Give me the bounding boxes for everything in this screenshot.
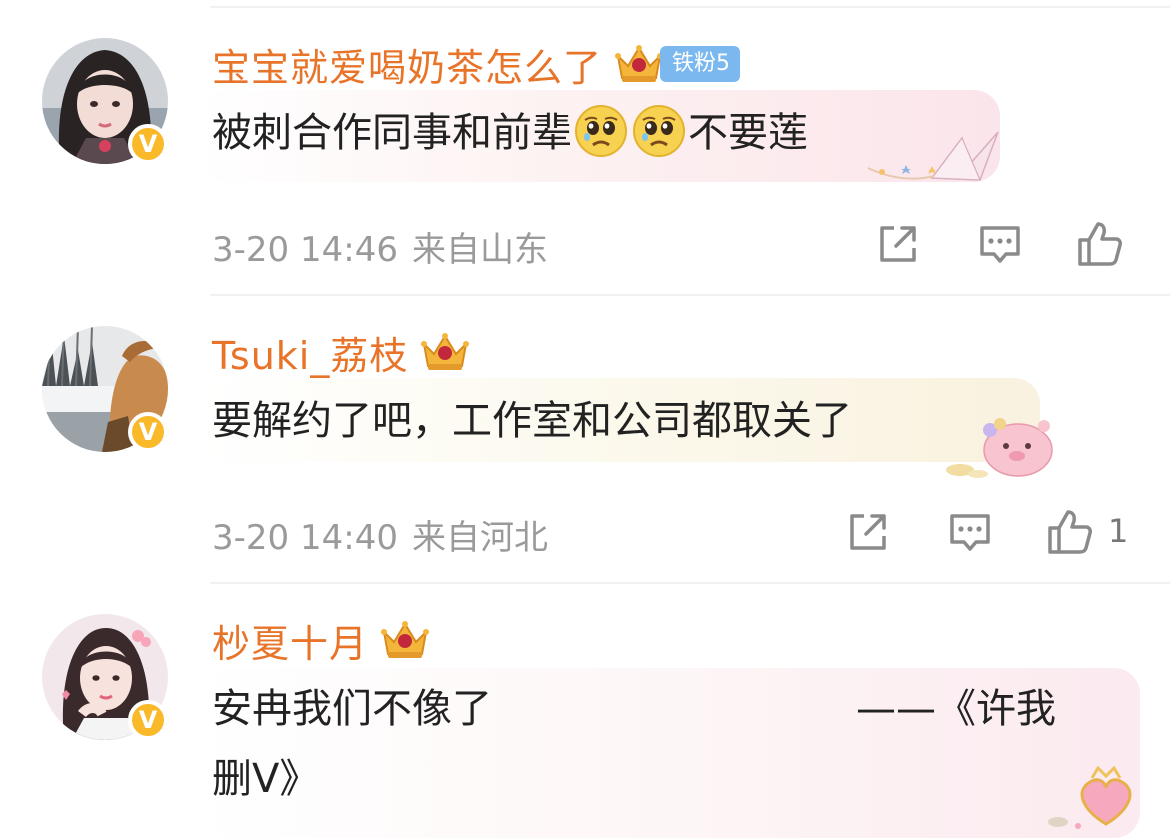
comment-item: V Tsuki_荔枝 要解约了吧，工作室和公司都取关了 3-20 14:40 来… (0, 296, 1170, 584)
crying-face-emoji (632, 104, 686, 158)
verified-badge: V (128, 124, 168, 164)
comment-time: 3-20 14:40 (212, 518, 398, 558)
comment-text-tail: 不要莲 (688, 110, 808, 156)
comment-location: 来自河北 (411, 518, 548, 558)
heart-crown-decoration (1040, 764, 1144, 830)
comment-text-main: 要解约了吧，工作室和公司都取关了 (212, 398, 852, 444)
comment-header: 杪夏十月 (212, 610, 430, 670)
comment-item: V 宝宝就爱喝奶茶怎么了 铁粉5 被刺合作同事和前辈 不要莲 3-20 14:4… (0, 0, 1170, 296)
crown-icon (420, 330, 470, 374)
comment-time: 3-20 14:46 (212, 230, 398, 270)
comment-header: Tsuki_荔枝 (212, 322, 470, 382)
repost-icon[interactable] (844, 508, 892, 556)
thumbs-up-icon[interactable] (1046, 508, 1094, 556)
comment-text-main: 安冉我们不像了 (212, 686, 492, 732)
comment-text-line: 删V》 (212, 744, 319, 814)
pink-pig-sticker-decoration (944, 410, 1060, 480)
repost-icon[interactable] (874, 220, 922, 268)
like-count: 1 (1108, 512, 1129, 550)
comment-text-line: 安冉我们不像了 (212, 674, 492, 744)
comment-location: 来自山东 (411, 230, 548, 270)
paper-crane-decoration (862, 124, 1002, 190)
comment-meta: 3-20 14:40 来自河北 (212, 510, 548, 559)
comment-item: V 杪夏十月 安冉我们不像了 ——《许我 删V》 (0, 584, 1170, 839)
comment-header: 宝宝就爱喝奶茶怎么了 铁粉5 (212, 34, 741, 94)
comment-text-quote-start: ——《许我 (856, 686, 1056, 732)
username[interactable]: 宝宝就爱喝奶茶怎么了 (212, 37, 602, 92)
crown-icon (380, 618, 430, 662)
comment-meta: 3-20 14:46 来自山东 (212, 222, 548, 271)
comment-text-main: 被刺合作同事和前辈 (212, 110, 572, 156)
username[interactable]: 杪夏十月 (212, 613, 368, 668)
crown-icon (614, 42, 664, 86)
comment-icon[interactable] (976, 220, 1024, 268)
comment-text: 要解约了吧，工作室和公司都取关了 (212, 386, 852, 456)
comment-text: 被刺合作同事和前辈 不要莲 (212, 98, 808, 168)
thumbs-up-icon[interactable] (1076, 220, 1124, 268)
username[interactable]: Tsuki_荔枝 (212, 325, 408, 380)
verified-badge: V (128, 700, 168, 740)
fan-badge: 铁粉5 (660, 46, 741, 82)
verified-badge: V (128, 412, 168, 452)
comment-text-quote: ——《许我 (856, 674, 1056, 744)
crying-face-emoji (574, 104, 628, 158)
comment-text-quote-end: 删V》 (212, 756, 320, 802)
comment-icon[interactable] (946, 508, 994, 556)
